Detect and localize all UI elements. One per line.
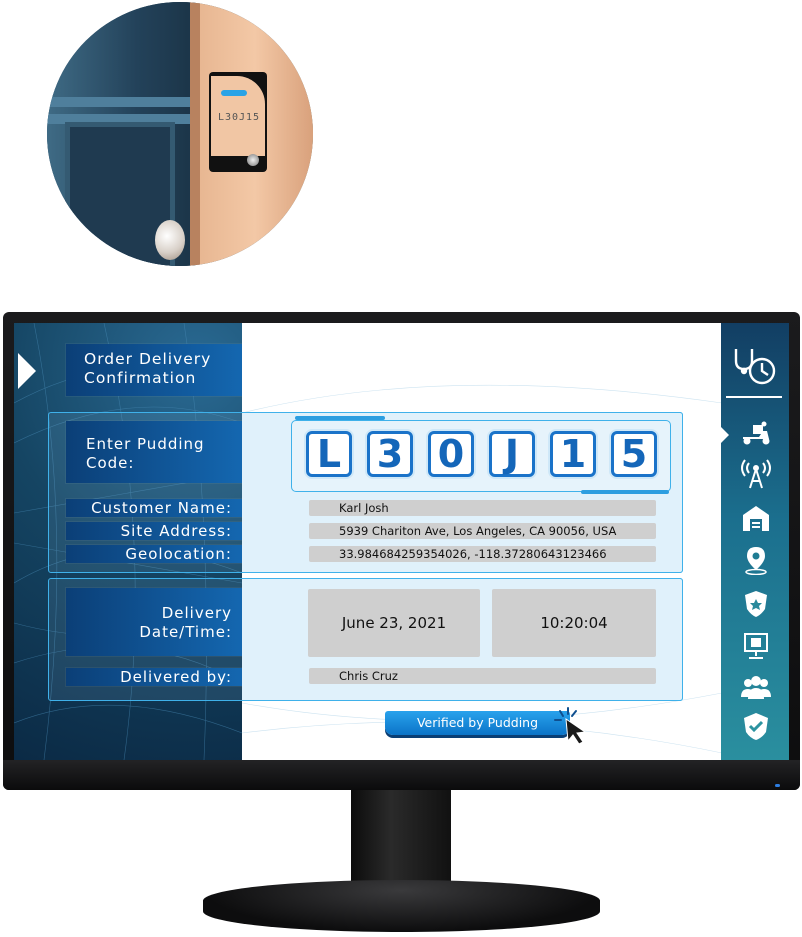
customer-name-label: Customer Name: — [66, 499, 242, 517]
device-code-text: L30J15 — [217, 112, 261, 123]
code-char-input[interactable]: 1 — [550, 431, 596, 477]
door-photo: L30J15 — [47, 2, 313, 266]
verified-by-pudding-button[interactable]: Verified by Pudding — [385, 711, 570, 735]
monitor-chin — [3, 760, 800, 790]
delivery-datetime-label: Delivery Date/Time: — [66, 588, 242, 656]
delivery-clock-icon[interactable] — [730, 345, 778, 387]
code-char-input[interactable]: L — [306, 431, 352, 477]
power-led-icon — [775, 784, 780, 787]
active-arrow-icon — [18, 353, 36, 389]
delivery-scooter-icon[interactable] — [739, 419, 773, 449]
delivery-time-field: 10:20:04 — [492, 589, 656, 657]
kiosk-screen-icon[interactable] — [739, 631, 773, 661]
shield-check-icon[interactable] — [739, 711, 773, 741]
warehouse-icon[interactable] — [739, 503, 773, 533]
site-address-label: Site Address: — [66, 522, 242, 540]
monitor-stand-base — [203, 880, 600, 932]
code-char-input[interactable]: 5 — [611, 431, 657, 477]
geolocation-field: 33.984684259354026, -118.37280643123466 — [309, 546, 656, 562]
door-edge — [190, 2, 200, 266]
code-frame-accent — [295, 416, 385, 420]
code-char-input[interactable]: 3 — [367, 431, 413, 477]
monitor-screen: Order Delivery Confirmation Enter Puddin… — [14, 323, 789, 760]
pudding-device: L30J15 — [209, 72, 267, 172]
site-address-field: 5939 Chariton Ave, Los Angeles, CA 90056… — [309, 523, 656, 539]
delivery-date-field: June 23, 2021 — [308, 589, 480, 657]
geolocation-label: Geolocation: — [66, 545, 242, 563]
delivered-by-field: Chris Cruz — [309, 668, 656, 684]
cursor-click-icon — [554, 707, 587, 745]
code-char-input[interactable]: J — [489, 431, 535, 477]
page-title: Order Delivery Confirmation — [66, 344, 242, 396]
door-knob — [155, 220, 185, 260]
group-icon[interactable] — [739, 673, 773, 703]
code-label: Enter Pudding Code: — [66, 421, 242, 483]
customer-name-field: Karl Josh — [309, 500, 656, 516]
police-badge-icon[interactable] — [739, 589, 773, 619]
code-frame-accent — [581, 490, 669, 494]
delivered-by-label: Delivered by: — [66, 668, 242, 686]
device-logo-icon — [221, 90, 247, 96]
signal-tower-icon[interactable] — [739, 459, 773, 489]
code-char-input[interactable]: 0 — [428, 431, 474, 477]
device-camera-icon — [247, 154, 259, 166]
door-rail — [47, 97, 197, 107]
location-pin-icon[interactable] — [739, 545, 773, 576]
sidebar-divider — [726, 396, 782, 398]
device-face: L30J15 — [211, 76, 265, 156]
sidebar-active-pointer-icon — [721, 427, 729, 443]
